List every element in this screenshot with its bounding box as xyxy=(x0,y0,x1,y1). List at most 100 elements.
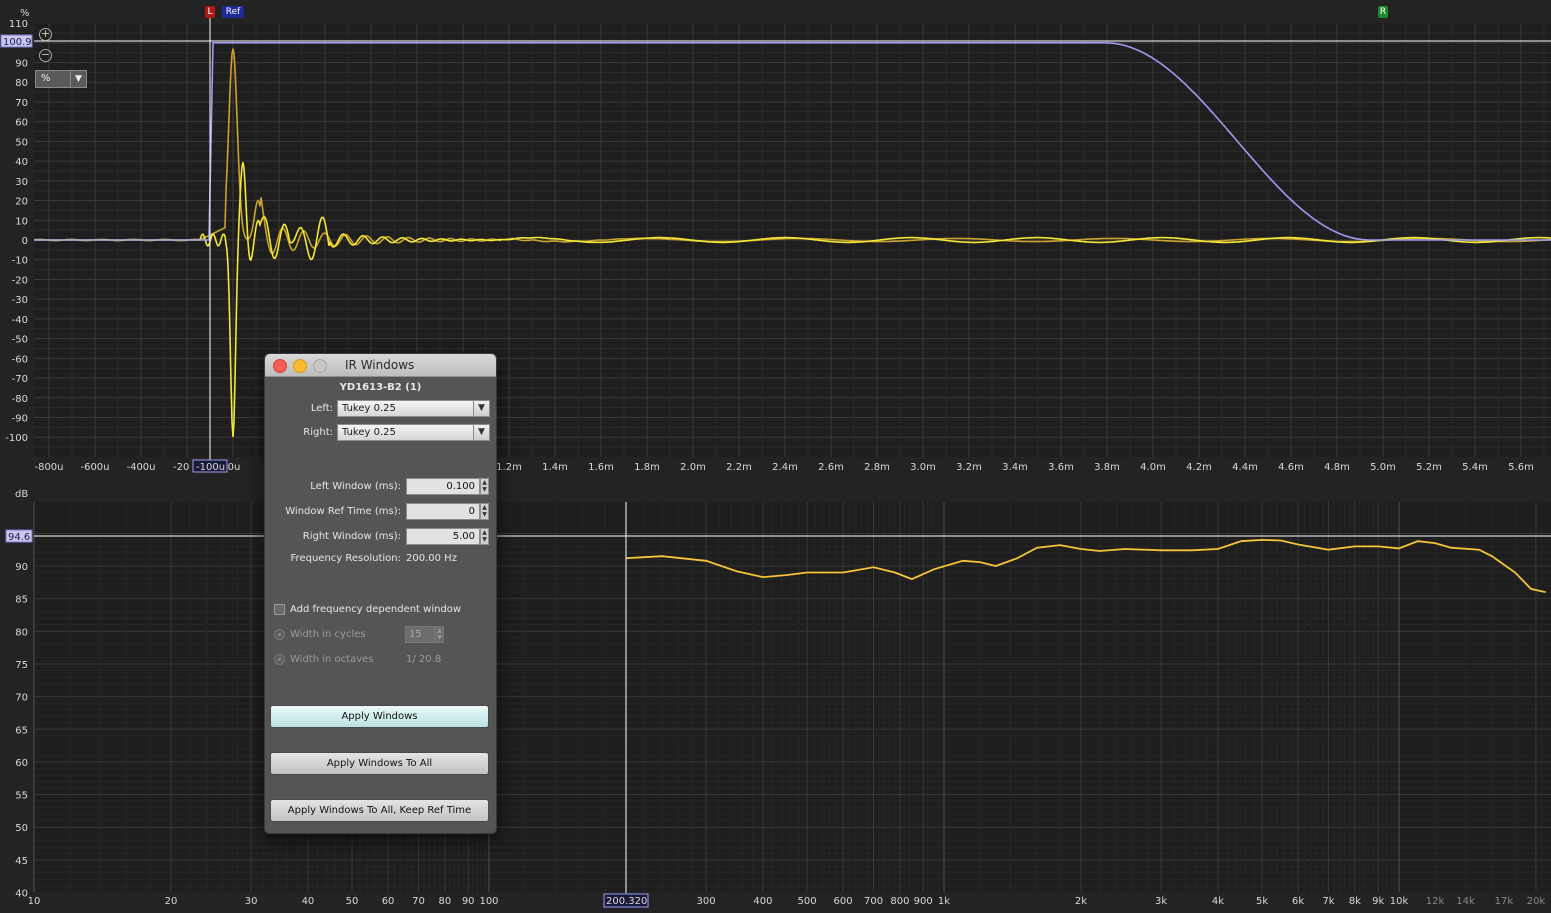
fr-x-tick: 300 xyxy=(697,896,716,907)
fdw-checkbox[interactable] xyxy=(274,604,285,615)
fr-y-tick: 50 xyxy=(15,823,28,834)
ir-x-tick: -600u xyxy=(80,462,109,473)
unit-select-value: % xyxy=(41,73,51,84)
close-icon[interactable] xyxy=(273,359,287,373)
left-marker-label: L xyxy=(207,7,213,17)
right-shape-value: Tukey 0.25 xyxy=(342,427,396,438)
cycles-stepper[interactable]: ▲ ▼ xyxy=(435,626,444,643)
freq-res-label: Frequency Resolution: xyxy=(290,553,401,564)
minimize-icon[interactable] xyxy=(293,359,307,373)
fr-x-tick: 100 xyxy=(479,896,498,907)
ir-x-tick: 0u xyxy=(228,462,241,473)
ir-x-tick: 4.2m xyxy=(1186,462,1212,473)
ir-y-tick: 60 xyxy=(15,118,28,129)
ir-cursor-y-value: 100.9 xyxy=(3,37,32,48)
ir-x-tick: 5.2m xyxy=(1416,462,1442,473)
unit-select[interactable]: % ▼ xyxy=(35,70,87,88)
zoom-in-icon[interactable]: + xyxy=(39,28,52,41)
zoom-icon xyxy=(313,359,327,373)
fr-x-tick: 400 xyxy=(753,896,772,907)
fr-x-tick: 80 xyxy=(439,896,452,907)
fr-x-tick: 9k xyxy=(1372,896,1384,907)
right-window-input[interactable]: 5.00 xyxy=(406,528,480,545)
ref-time-input[interactable]: 0 xyxy=(406,503,480,520)
ir-y-tick: -40 xyxy=(12,315,28,326)
fr-x-tick: 4k xyxy=(1212,896,1224,907)
right-window-marker[interactable]: R xyxy=(1378,6,1388,18)
fr-x-tick: 50 xyxy=(346,896,359,907)
right-marker-label: R xyxy=(1379,7,1387,17)
left-shape-select[interactable]: Tukey 0.25 ▼ xyxy=(337,400,490,417)
right-window-stepper[interactable]: ▲ ▼ xyxy=(480,528,489,545)
ir-y-tick: 40 xyxy=(15,157,28,168)
ir-x-tick: 1.6m xyxy=(588,462,614,473)
fr-x-tick: 500 xyxy=(797,896,816,907)
apply-windows-button[interactable]: Apply Windows xyxy=(270,705,489,728)
ir-x-tick: 3.4m xyxy=(1002,462,1028,473)
fr-y-tick: 65 xyxy=(15,725,28,736)
fr-y-tick: 70 xyxy=(15,693,28,704)
fr-x-tick: 12k xyxy=(1426,896,1445,907)
fr-x-tick: 10k xyxy=(1390,896,1409,907)
ir-x-tick: 2.0m xyxy=(680,462,706,473)
ir-x-tick: -800u xyxy=(34,462,63,473)
left-window-label: Left Window (ms): xyxy=(310,481,401,492)
fr-x-tick: 600 xyxy=(834,896,853,907)
ir-x-tick: 3.8m xyxy=(1094,462,1120,473)
chevron-down-icon: ▼ xyxy=(70,71,86,87)
ir-x-tick: 2.4m xyxy=(772,462,798,473)
apply-windows-all-button[interactable]: Apply Windows To All xyxy=(270,752,489,775)
fr-x-tick: 6k xyxy=(1292,896,1304,907)
fr-x-tick: 40 xyxy=(302,896,315,907)
dialog-titlebar[interactable]: IR Windows xyxy=(265,354,496,377)
cycles-input[interactable]: 15 xyxy=(405,626,435,643)
ir-windows-dialog: IR Windows YD1613-B2 (1) Left: Tukey 0.2… xyxy=(264,353,497,834)
measurement-name: YD1613-B2 (1) xyxy=(339,382,422,393)
fr-x-tick: 700 xyxy=(864,896,883,907)
apply-windows-all-keep-ref-button[interactable]: Apply Windows To All, Keep Ref Time xyxy=(270,799,489,822)
fr-cursor-y-value: 94.6 xyxy=(8,532,30,543)
ir-x-tick: 4.4m xyxy=(1232,462,1258,473)
ir-x-tick: -20 xyxy=(173,462,189,473)
fr-y-tick: 85 xyxy=(15,595,28,606)
ref-time-stepper[interactable]: ▲ ▼ xyxy=(480,503,489,520)
ir-y-tick: 90 xyxy=(15,59,28,70)
ir-y-tick: 0 xyxy=(22,236,28,247)
fdw-label: Add frequency dependent window xyxy=(290,604,462,615)
octaves-value: 1/ 20.8 xyxy=(406,654,442,665)
ir-x-tick: 4.8m xyxy=(1324,462,1350,473)
ir-x-tick: 4.6m xyxy=(1278,462,1304,473)
fr-x-tick: 90 xyxy=(462,896,475,907)
octaves-radio[interactable] xyxy=(274,654,285,665)
ir-x-tick: -400u xyxy=(126,462,155,473)
ir-x-tick: 2.8m xyxy=(864,462,890,473)
fr-y-tick: 40 xyxy=(15,889,28,900)
ir-x-tick: 2.2m xyxy=(726,462,752,473)
fr-x-tick: 800 xyxy=(890,896,909,907)
ir-y-tick: -20 xyxy=(12,275,28,286)
left-window-marker[interactable]: L xyxy=(205,6,215,18)
left-window-stepper[interactable]: ▲ ▼ xyxy=(480,478,489,495)
ir-x-tick: 3.0m xyxy=(910,462,936,473)
plots-canvas[interactable]: 1101009080706050403020100-10-20-30-40-50… xyxy=(0,0,1551,913)
fr-x-tick: 20k xyxy=(1527,896,1546,907)
ir-x-tick: 3.2m xyxy=(956,462,982,473)
left-shape-label: Left: xyxy=(310,403,333,414)
left-window-input[interactable]: 0.100 xyxy=(406,478,480,495)
cycles-radio[interactable] xyxy=(274,629,285,640)
zoom-out-icon[interactable]: − xyxy=(39,49,52,62)
fr-x-tick: 70 xyxy=(412,896,425,907)
ir-x-tick: 3.6m xyxy=(1048,462,1074,473)
fr-x-tick: 3k xyxy=(1155,896,1167,907)
fr-x-tick: 60 xyxy=(382,896,395,907)
ir-x-tick: 1.4m xyxy=(542,462,568,473)
cycles-label: Width in cycles xyxy=(290,629,366,640)
ref-marker[interactable]: Ref xyxy=(222,6,244,18)
ir-y-tick: -100 xyxy=(5,433,28,444)
right-shape-select[interactable]: Tukey 0.25 ▼ xyxy=(337,424,490,441)
fr-cursor-x-value: 200.320 xyxy=(606,896,647,907)
fr-x-tick: 10 xyxy=(28,896,41,907)
ir-y-tick: -30 xyxy=(12,295,28,306)
fr-x-tick: 17k xyxy=(1495,896,1514,907)
fr-y-tick: 45 xyxy=(15,856,28,867)
